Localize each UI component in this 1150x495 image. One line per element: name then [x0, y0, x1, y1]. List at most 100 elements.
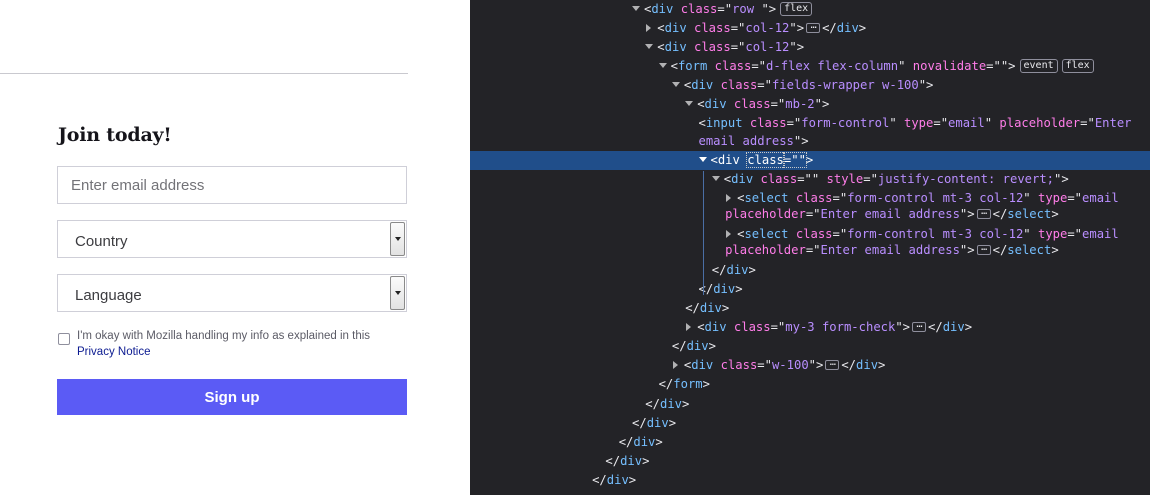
ellipsis-expander[interactable]: …	[976, 242, 991, 255]
markup-token-attr: class	[694, 40, 731, 54]
expand-arrow-icon[interactable]	[632, 6, 640, 11]
consent-checkbox[interactable]	[58, 333, 70, 345]
collapse-arrow-icon[interactable]	[672, 360, 678, 369]
markup-token-punc: ="	[1067, 191, 1083, 205]
dom-node[interactable]: <div class="fields-wrapper w-100">	[470, 76, 1150, 95]
email-input[interactable]	[58, 167, 406, 203]
markup-token-space	[673, 2, 680, 16]
expand-arrow-icon[interactable]	[645, 44, 654, 49]
markup-token-space	[713, 358, 720, 372]
markup-token-attr: class	[795, 191, 833, 205]
markup-token-punc: <	[698, 116, 706, 130]
dom-node[interactable]: </div>	[470, 261, 1150, 280]
collapse-arrow-icon[interactable]	[686, 322, 692, 331]
dom-node[interactable]: </form>	[470, 375, 1150, 394]
dom-node[interactable]: </div>	[470, 280, 1150, 299]
markup-token-tag: select	[1007, 207, 1052, 221]
markup-token-tag: div	[691, 78, 714, 92]
dom-node[interactable]: <div class="w-100">… </div>	[470, 356, 1150, 375]
expand-arrow-icon[interactable]	[671, 82, 680, 87]
markup-token-tag: form	[673, 377, 703, 391]
dom-node[interactable]: placeholder="Enter email address">… </sel…	[470, 206, 1150, 223]
ellipsis-expander[interactable]: …	[825, 357, 840, 370]
markup-token-val: email address	[698, 134, 794, 148]
dom-node[interactable]: <div class="row "> flex	[470, 0, 1150, 19]
markup-token-punc: ">	[761, 2, 777, 16]
expand-arrow-icon[interactable]	[698, 157, 707, 162]
dom-node[interactable]: <form class="d-flex flex-column" novalid…	[470, 57, 1150, 76]
expand-arrow-icon[interactable]	[711, 176, 720, 181]
dom-node[interactable]: <div class="" style="justify-content: re…	[470, 170, 1150, 189]
markup-token-space	[753, 172, 760, 186]
chevron-down-icon[interactable]	[390, 222, 405, 256]
markup-token-space	[687, 21, 694, 35]
dom-node[interactable]: </div>	[470, 299, 1150, 318]
dom-node[interactable]: </div>	[470, 452, 1150, 471]
markup-token-punc: </	[645, 397, 660, 411]
markup-token-punc: </	[822, 21, 837, 35]
dom-node[interactable]: <div class="col-12">	[470, 38, 1150, 57]
privacy-notice-link[interactable]: Privacy Notice	[77, 344, 407, 360]
dom-node[interactable]: placeholder="Enter email address">… </sel…	[470, 242, 1150, 259]
markup-token-tag: div	[713, 282, 736, 296]
markup-token-attr: style	[826, 172, 864, 186]
markup-token-tag: div	[704, 320, 727, 334]
markup-token-punc: >	[702, 377, 710, 391]
markup-token-punc: ="	[770, 97, 786, 111]
ellipsis-expander[interactable]: …	[912, 319, 927, 332]
country-select-value: Country	[75, 232, 128, 250]
markup-token-attr: type	[904, 116, 934, 130]
ellipsis-expander[interactable]: …	[976, 206, 991, 219]
flex-badge[interactable]: flex	[780, 1, 813, 16]
dom-node[interactable]: </div>	[470, 395, 1150, 414]
dom-node[interactable]: <div class="col-12">… </div>	[470, 19, 1150, 38]
markup-token-tag: div	[699, 301, 722, 315]
expand-arrow-icon[interactable]	[685, 101, 694, 106]
markup-token-tag: div	[704, 97, 727, 111]
markup-token-tag: div	[856, 358, 879, 372]
markup-token-punc: </	[992, 207, 1008, 221]
dom-node[interactable]: </div>	[470, 337, 1150, 356]
flex-badge[interactable]: flex	[1061, 58, 1094, 73]
dom-node[interactable]: </div>	[470, 433, 1150, 452]
event-badge[interactable]: event	[1019, 58, 1058, 73]
chevron-down-icon[interactable]	[390, 276, 405, 310]
language-select[interactable]: Language	[57, 274, 407, 312]
expand-arrow-icon[interactable]	[658, 63, 667, 68]
markup-token-punc: >	[628, 473, 637, 487]
markup-token-punc: >	[964, 320, 973, 334]
markup-token-tag: select	[744, 227, 789, 241]
markup-token-punc: </	[658, 377, 674, 391]
ellipsis-expander[interactable]: …	[806, 20, 821, 33]
dom-node[interactable]: </div>	[470, 414, 1150, 433]
markup-token-attr: class	[746, 152, 785, 168]
markup-token-punc: "	[889, 116, 904, 130]
markup-token-val: Enter	[1094, 116, 1132, 130]
markup-token-space	[788, 227, 795, 241]
consent-label: I'm okay with Mozilla handling my info a…	[77, 328, 407, 360]
dom-node[interactable]: </div>	[470, 471, 1150, 490]
dom-node-selected[interactable]: <div class="">	[470, 151, 1150, 170]
markup-token-tag: select	[1007, 243, 1052, 257]
markup-token-tag: form	[677, 59, 708, 73]
markup-token-punc: </	[592, 473, 607, 487]
dom-node[interactable]: <div class="mb-2">	[470, 95, 1150, 114]
collapse-arrow-icon[interactable]	[726, 229, 732, 238]
markup-token-attr: class	[720, 78, 758, 92]
dom-node[interactable]: <div class="my-3 form-check">… </div>	[470, 318, 1150, 337]
markup-token-tag: div	[942, 320, 965, 334]
consent-row: I'm okay with Mozilla handling my info a…	[57, 328, 407, 360]
consent-text: I'm okay with Mozilla handling my info a…	[77, 330, 371, 342]
dom-node[interactable]: <input class="form-control" type="email"…	[470, 114, 1150, 133]
markup-token-punc: "	[984, 116, 1000, 130]
markup-token-tag: div	[686, 339, 709, 353]
sign-up-button[interactable]: Sign up	[57, 379, 407, 415]
markup-token-punc: >	[878, 358, 886, 372]
markup-token-val: my-3 form-check	[785, 320, 896, 334]
country-select[interactable]: Country	[57, 220, 407, 258]
devtools-inspector: <div class="row "> flex <div class="col-12…	[470, 0, 1150, 495]
markup-token-attr: type	[1037, 191, 1068, 205]
collapse-arrow-icon[interactable]	[646, 23, 652, 32]
collapse-arrow-icon[interactable]	[726, 193, 732, 202]
dom-node[interactable]: email address">	[470, 133, 1150, 150]
